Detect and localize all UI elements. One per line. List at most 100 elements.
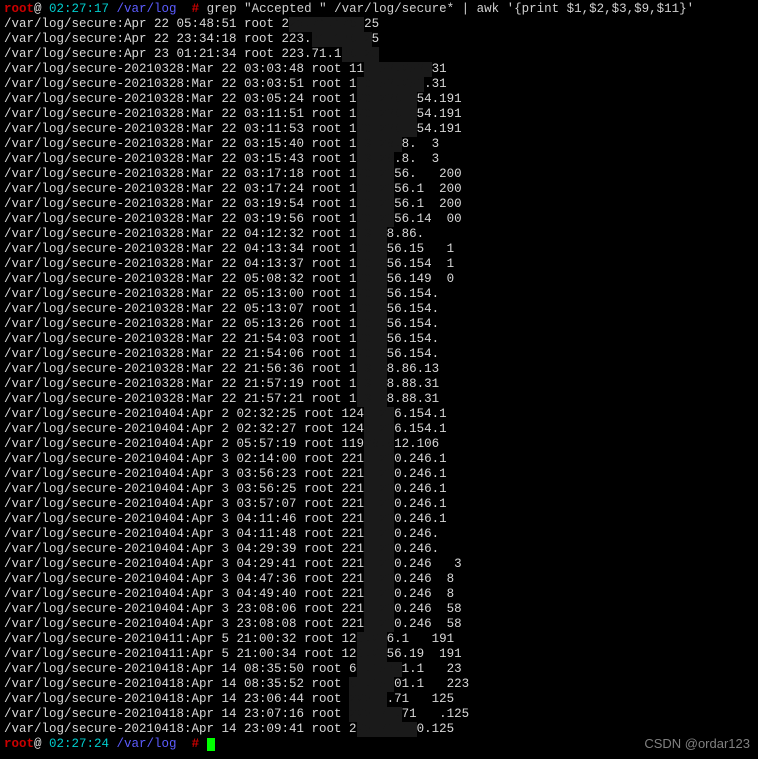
redacted-segment: 0.23 bbox=[364, 482, 394, 497]
output-pre: /var/log/secure-20210418:Apr 14 23:09:41… bbox=[4, 722, 357, 736]
output-post: 8.86.13 bbox=[387, 362, 440, 376]
output-pre: /var/log/secure-20210328:Mar 22 03:05:24… bbox=[4, 92, 357, 106]
output-post: 0.246. bbox=[394, 542, 439, 556]
redacted-segment: 0.23 bbox=[364, 587, 394, 602]
output-pre: /var/log/secure-20210328:Mar 22 03:15:43… bbox=[4, 152, 357, 166]
output-line: /var/log/secure-20210418:Apr 14 08:35:50… bbox=[4, 662, 754, 677]
redacted-segment: 19.28. bbox=[357, 137, 402, 152]
redacted-segment: 61.157 bbox=[349, 677, 394, 692]
output-pre: /var/log/secure-20210404:Apr 3 04:11:48 … bbox=[4, 527, 364, 541]
output-post: 56.154. bbox=[387, 287, 440, 301]
output-line: /var/log/secure-20210404:Apr 3 23:08:06 … bbox=[4, 602, 754, 617]
output-post: 56.154. bbox=[387, 332, 440, 346]
output-pre: /var/log/secure-20210328:Mar 22 03:19:56… bbox=[4, 212, 357, 226]
output-line: /var/log/secure-20210328:Mar 22 03:19:56… bbox=[4, 212, 754, 227]
output-pre: /var/log/secure-20210328:Mar 22 21:57:21… bbox=[4, 392, 357, 406]
output-post: 0.246 8 bbox=[394, 587, 454, 601]
watermark: CSDN @ordar123 bbox=[644, 736, 750, 751]
output-pre: /var/log/secure:Apr 22 05:48:51 root 2 bbox=[4, 17, 289, 31]
prompt-path: /var/log bbox=[109, 737, 184, 751]
redacted-segment: 20.236.1 bbox=[357, 92, 417, 107]
output-pre: /var/log/secure-20210418:Apr 14 08:35:50… bbox=[4, 662, 357, 676]
output-post: 54.191 bbox=[417, 107, 462, 121]
output-pre: /var/log/secure-20210328:Mar 22 21:54:03… bbox=[4, 332, 357, 346]
redacted-segment: 20.236.1 bbox=[357, 107, 417, 122]
output-pre: /var/log/secure-20210328:Mar 22 03:03:48… bbox=[4, 62, 364, 76]
output-post: 54.191 bbox=[417, 122, 462, 136]
output-pre: /var/log/secure-20210418:Apr 14 23:07:16… bbox=[4, 707, 349, 721]
output-post: 56.14 00 bbox=[394, 212, 462, 226]
output-line: /var/log/secure:Apr 22 23:34:18 root 223… bbox=[4, 32, 754, 47]
output-post: 5 bbox=[372, 32, 380, 46]
redacted-segment: 20.2 bbox=[357, 317, 387, 332]
redacted-segment: 19.2 bbox=[357, 227, 387, 242]
command-text[interactable]: grep "Accepted " /var/log/secure* | awk … bbox=[207, 2, 695, 16]
redacted-segment: 20.2 bbox=[357, 332, 387, 347]
cursor[interactable] bbox=[207, 738, 215, 751]
output-post: 56.19 191 bbox=[387, 647, 462, 661]
prompt-path: /var/log bbox=[109, 2, 184, 16]
redacted-segment: 20.2 bbox=[357, 302, 387, 317]
redacted-segment: 10.53.253 bbox=[357, 77, 425, 92]
redacted-segment: 71.176.2 bbox=[312, 32, 372, 47]
redacted-segment: 0.23 bbox=[364, 407, 394, 422]
output-line: /var/log/secure:Apr 23 01:21:34 root 223… bbox=[4, 47, 754, 62]
output-line: /var/log/secure-20210328:Mar 22 03:15:43… bbox=[4, 152, 754, 167]
prompt-line-1: root@ 02:27:17 /var/log # grep "Accepted… bbox=[4, 2, 754, 17]
output-pre: /var/log/secure-20210328:Mar 22 03:17:24… bbox=[4, 182, 357, 196]
output-pre: /var/log/secure-20210404:Apr 3 23:08:06 … bbox=[4, 602, 364, 616]
output-pre: /var/log/secure-20210328:Mar 22 21:57:19… bbox=[4, 377, 357, 391]
output-pre: /var/log/secure-20210404:Apr 2 02:32:25 … bbox=[4, 407, 364, 421]
output-pre: /var/log/secure-20210404:Apr 3 04:29:41 … bbox=[4, 557, 364, 571]
output-post: 8.88.31 bbox=[387, 377, 440, 391]
output-post: 31 bbox=[432, 62, 447, 76]
output-pre: /var/log/secure:Apr 22 23:34:18 root 223… bbox=[4, 32, 312, 46]
output-pre: /var/log/secure-20210328:Mar 22 04:13:37… bbox=[4, 257, 357, 271]
output-line: /var/log/secure-20210328:Mar 22 03:03:51… bbox=[4, 77, 754, 92]
output-line: /var/log/secure:Apr 22 05:48:51 root 223… bbox=[4, 17, 754, 32]
output-pre: /var/log/secure-20210411:Apr 5 21:00:32 … bbox=[4, 632, 357, 646]
output-post: 56.154. bbox=[387, 302, 440, 316]
output-pre: /var/log/secure-20210418:Apr 14 23:06:44… bbox=[4, 692, 349, 706]
output-post: 0.246.1 bbox=[394, 467, 447, 481]
output-pre: /var/log/secure-20210418:Apr 14 08:35:52… bbox=[4, 677, 349, 691]
output-line: /var/log/secure-20210328:Mar 22 03:19:54… bbox=[4, 197, 754, 212]
output-line: /var/log/secure-20210328:Mar 22 04:13:37… bbox=[4, 257, 754, 272]
output-post: 0.246.1 bbox=[394, 482, 447, 496]
prompt-at: @ bbox=[34, 2, 42, 16]
output-post: 6.154.1 bbox=[394, 422, 447, 436]
output-pre: /var/log/secure-20210404:Apr 3 04:49:40 … bbox=[4, 587, 364, 601]
output-line: /var/log/secure-20210328:Mar 22 21:57:19… bbox=[4, 377, 754, 392]
output-line: /var/log/secure-20210328:Mar 22 05:13:26… bbox=[4, 317, 754, 332]
output-post: 56.154. bbox=[387, 317, 440, 331]
output-pre: /var/log/secure-20210328:Mar 22 03:17:18… bbox=[4, 167, 357, 181]
output-post: 01.1 223 bbox=[394, 677, 469, 691]
output-line: /var/log/secure-20210404:Apr 3 04:29:39 … bbox=[4, 542, 754, 557]
redacted-segment: 0.23 bbox=[364, 617, 394, 632]
output-line: /var/log/secure-20210328:Mar 22 05:13:00… bbox=[4, 287, 754, 302]
redacted-segment: 19.2 bbox=[357, 377, 387, 392]
output-pre: /var/log/secure-20210404:Apr 3 23:08:08 … bbox=[4, 617, 364, 631]
output-line: /var/log/secure-20210328:Mar 22 03:17:24… bbox=[4, 182, 754, 197]
output-post: 25 bbox=[364, 17, 379, 31]
terminal-output: /var/log/secure:Apr 22 05:48:51 root 2 23… bbox=[4, 17, 754, 737]
output-pre: /var/log/secure-20210328:Mar 22 05:13:00… bbox=[4, 287, 357, 301]
output-post: 0.246.1 bbox=[394, 452, 447, 466]
redacted-segment: 23.71.17 bbox=[357, 722, 417, 737]
output-post: 0.246. bbox=[394, 527, 439, 541]
redacted-segment: 0.23 bbox=[364, 542, 394, 557]
output-pre: /var/log/secure-20210328:Mar 22 05:08:32… bbox=[4, 272, 357, 286]
output-post: 1.1 23 bbox=[402, 662, 462, 676]
output-line: /var/log/secure-20210418:Apr 14 23:09:41… bbox=[4, 722, 754, 737]
output-line: /var/log/secure-20210328:Mar 22 21:54:03… bbox=[4, 332, 754, 347]
output-post: 56. 200 bbox=[394, 167, 462, 181]
output-line: /var/log/secure-20210328:Mar 22 04:13:34… bbox=[4, 242, 754, 257]
output-line: /var/log/secure-20210404:Apr 3 04:29:41 … bbox=[4, 557, 754, 572]
redacted-segment: 20.2 bbox=[357, 242, 387, 257]
output-line: /var/log/secure-20210411:Apr 5 21:00:34 … bbox=[4, 647, 754, 662]
output-post: 0.125 bbox=[417, 722, 455, 736]
output-line: /var/log/secure-20210328:Mar 22 03:03:48… bbox=[4, 62, 754, 77]
output-line: /var/log/secure-20210328:Mar 22 03:11:51… bbox=[4, 107, 754, 122]
output-post: 0.246 3 bbox=[394, 557, 462, 571]
output-pre: /var/log/secure-20210411:Apr 5 21:00:34 … bbox=[4, 647, 357, 661]
